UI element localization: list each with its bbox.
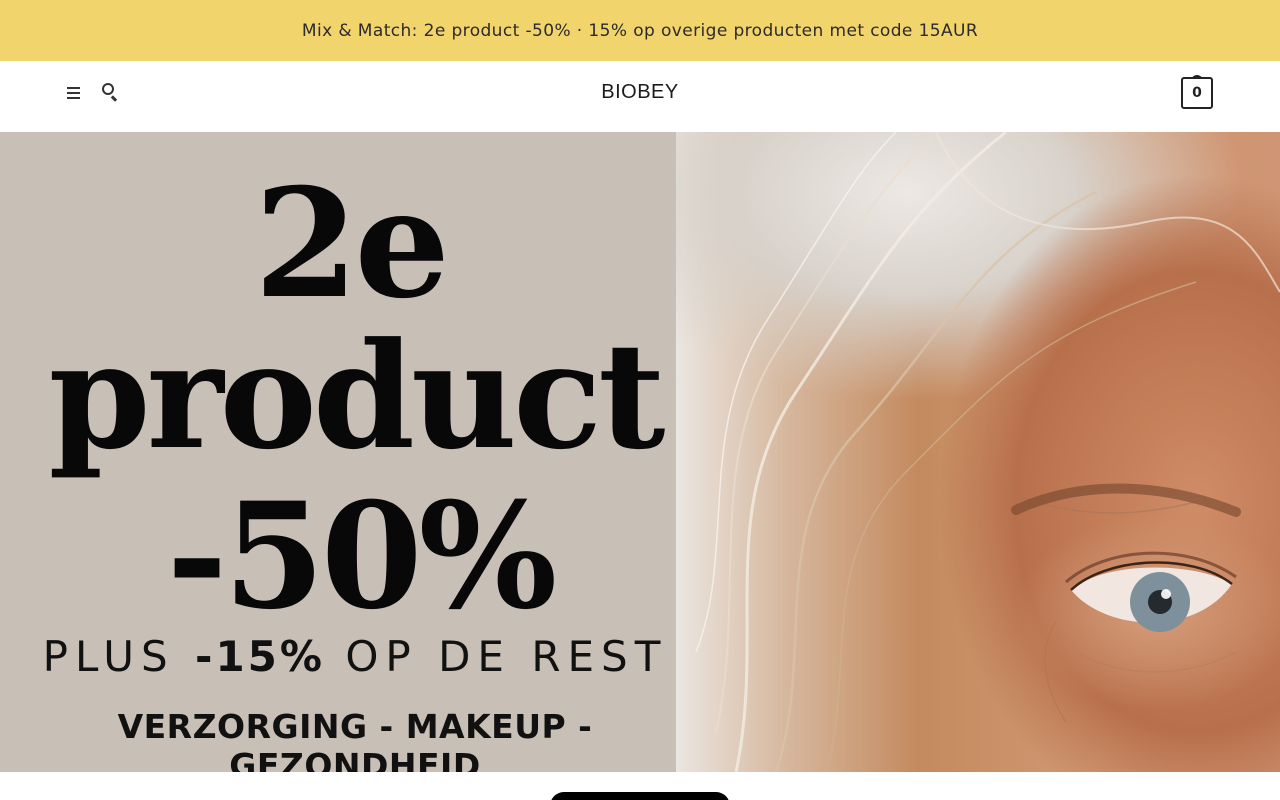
hero-photo [676, 132, 1280, 772]
search-icon[interactable] [100, 81, 120, 102]
site-logo[interactable]: BIOBEY [540, 81, 740, 104]
promo-text: Mix & Match: 2e product -50% · 15% op ov… [301, 20, 979, 41]
menu-icon[interactable] [64, 82, 84, 102]
hero-subheadline: PLUS -15% OP DE REST [42, 632, 668, 681]
hero-categories: VERZORGING - MAKEUP - GEZONDHEID [117, 707, 593, 772]
cart-count: 0 [1181, 77, 1213, 109]
hero-banner[interactable]: 2e product -50% PLUS -15% OP DE REST VER… [0, 132, 1280, 772]
hero-headline-line-3: -50% [166, 471, 558, 642]
promo-bar: Mix & Match: 2e product -50% · 15% op ov… [0, 0, 1280, 61]
hero-cta-button[interactable] [550, 792, 730, 800]
cart-button[interactable]: 0 [1181, 75, 1213, 109]
site-header: BIOBEY 0 [0, 61, 1280, 132]
